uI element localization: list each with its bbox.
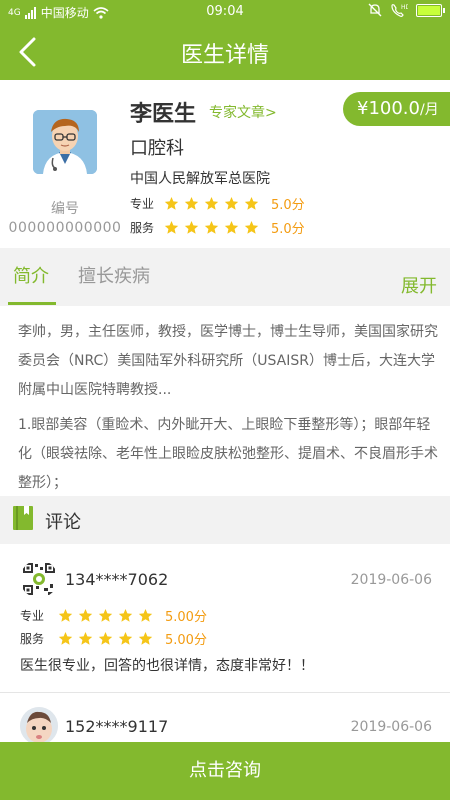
- intro-paragraph: 1.眼部美容（重睑术、内外眦开大、上眼睑下垂整形等）；眼部年轻化（眼袋祛除、老年…: [18, 417, 438, 491]
- hd-call-icon: HD: [391, 4, 408, 17]
- star-icon: [224, 196, 239, 210]
- rating-score: 5.0分: [271, 198, 305, 213]
- price-unit: /月: [419, 102, 439, 118]
- comment-text: 医生很专业，回答的也很详情，态度非常好！！: [20, 658, 314, 674]
- star-rating: [164, 220, 259, 235]
- star-rating: [58, 608, 153, 623]
- doctor-avatar: [33, 110, 97, 174]
- star-icon: [98, 608, 113, 622]
- star-rating: [164, 196, 259, 211]
- doctor-hospital: 中国人民解放军总医院: [130, 171, 270, 187]
- book-icon: [13, 506, 33, 530]
- rating-score: 5.00分: [165, 633, 207, 648]
- star-icon: [164, 196, 179, 210]
- commenter-name: 134****7062: [65, 570, 169, 589]
- doctor-department: 口腔科: [130, 138, 184, 159]
- star-icon: [78, 631, 93, 645]
- rating-score: 5.00分: [165, 610, 207, 625]
- price-value: ¥100.0: [357, 98, 420, 119]
- tab-specialties[interactable]: 擅长疾病: [78, 262, 150, 288]
- star-icon: [184, 196, 199, 210]
- commenter-avatar: [20, 707, 58, 742]
- tab-intro[interactable]: 简介: [13, 262, 49, 288]
- comment-item: 134****7062 2019-06-06 专业 5.00分 服务 5.00分…: [0, 544, 450, 692]
- expand-button[interactable]: 展开: [401, 272, 437, 298]
- rating-label: 专业: [20, 609, 45, 623]
- star-icon: [244, 196, 259, 210]
- doctor-id-value: 000000000000: [8, 220, 122, 236]
- price-badge: ¥100.0/月: [343, 92, 450, 126]
- comment-date: 2019-06-06: [350, 572, 432, 588]
- star-icon: [78, 608, 93, 622]
- nav-bar: 医生详情: [0, 24, 450, 80]
- intro-content: 李帅，男，主任医师，教授，医学博士，博士生导师，美国国家研究委员会（NRC）美国…: [0, 306, 450, 496]
- rating-label: 专业: [130, 197, 155, 211]
- expert-articles-link[interactable]: 专家文章>: [209, 102, 277, 122]
- rating-label: 服务: [20, 632, 45, 646]
- star-icon: [138, 608, 153, 622]
- rating-score: 5.0分: [271, 222, 305, 237]
- rating-row-service: 服务 5.0分: [130, 218, 305, 237]
- star-icon: [138, 631, 153, 645]
- star-icon: [164, 220, 179, 234]
- page-title: 医生详情: [180, 43, 269, 68]
- star-icon: [58, 608, 73, 622]
- hd-label: HD: [401, 4, 408, 11]
- rating-label: 服务: [130, 221, 155, 235]
- star-icon: [118, 608, 133, 622]
- battery-icon: [416, 3, 445, 17]
- comment-date: 2019-06-06: [350, 719, 432, 735]
- doctor-card: 编号 000000000000 李医生 专家文章> ¥100.0/月 口腔科 中…: [0, 80, 450, 248]
- comment-rating-professional: 专业 5.00分: [20, 606, 207, 625]
- commenter-avatar: [20, 560, 58, 598]
- mute-bell-icon: [368, 3, 382, 17]
- consult-button[interactable]: 点击咨询: [0, 742, 450, 800]
- star-icon: [224, 220, 239, 234]
- status-bar: 4G 中国移动 09:04 HD: [0, 0, 450, 24]
- doctor-name: 李医生: [130, 102, 197, 127]
- star-icon: [98, 631, 113, 645]
- star-rating: [58, 631, 153, 646]
- comments-list: 134****7062 2019-06-06 专业 5.00分 服务 5.00分…: [0, 544, 450, 742]
- star-icon: [204, 196, 219, 210]
- star-icon: [58, 631, 73, 645]
- star-icon: [118, 631, 133, 645]
- comment-rating-service: 服务 5.00分: [20, 629, 207, 648]
- tabs-bar: 简介 擅长疾病 展开: [0, 248, 450, 306]
- comment-item: 152****9117 2019-06-06: [0, 693, 450, 742]
- comments-title: 评论: [45, 512, 81, 533]
- star-icon: [204, 220, 219, 234]
- star-icon: [244, 220, 259, 234]
- intro-paragraph: 李帅，男，主任医师，教授，医学博士，博士生导师，美国国家研究委员会（NRC）美国…: [18, 324, 438, 398]
- comments-header: 评论: [0, 496, 450, 544]
- doctor-id-label: 编号: [51, 201, 79, 217]
- rating-row-professional: 专业 5.0分: [130, 194, 305, 213]
- commenter-name: 152****9117: [65, 717, 169, 736]
- star-icon: [184, 220, 199, 234]
- active-tab-indicator: [8, 302, 56, 305]
